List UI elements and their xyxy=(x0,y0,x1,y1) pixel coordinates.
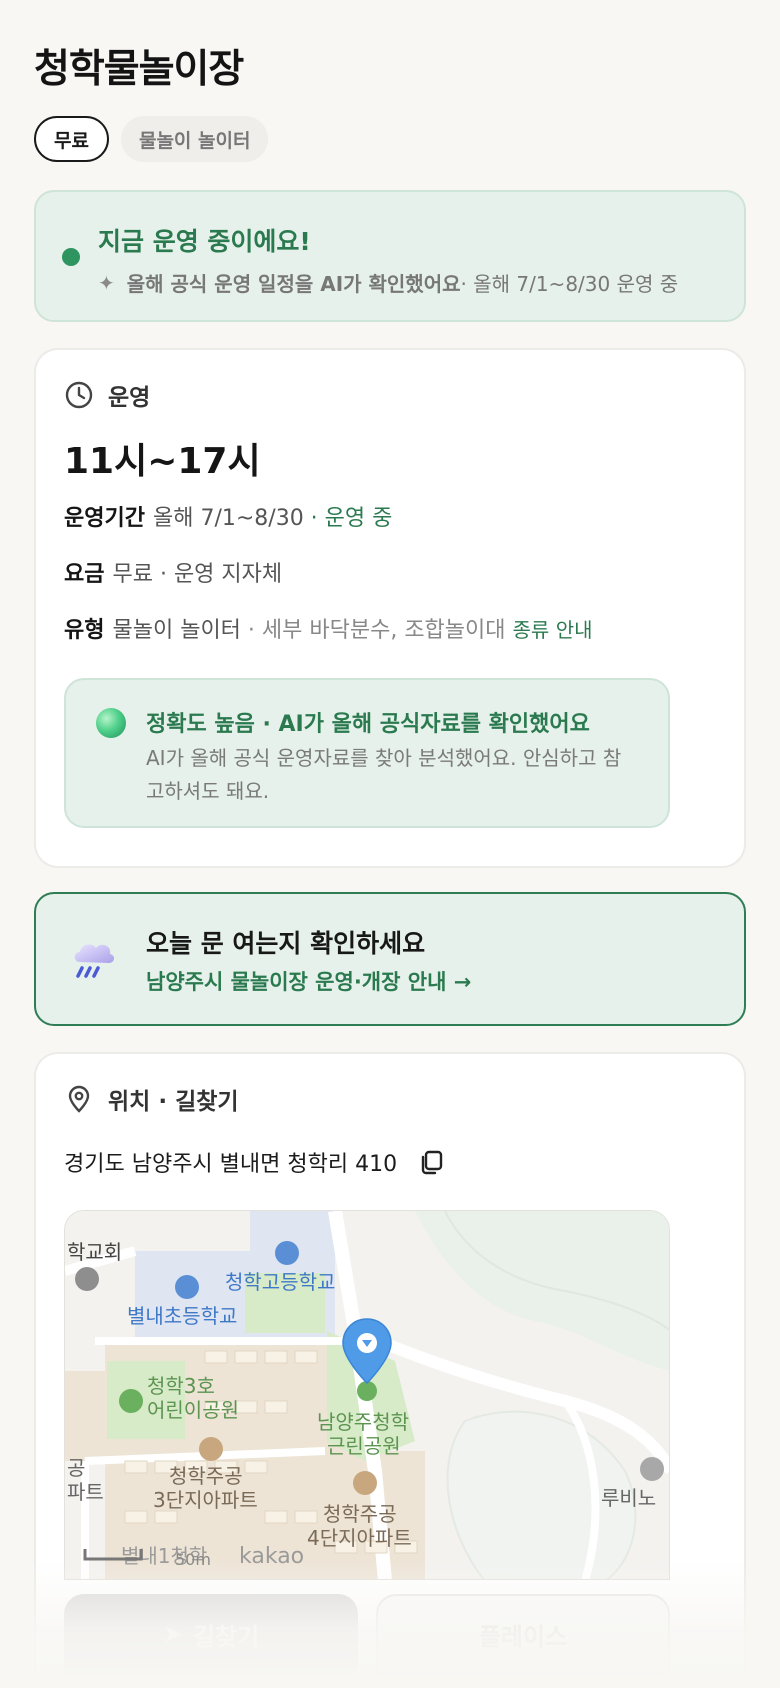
operating-hours: 11시~17시 xyxy=(64,441,261,482)
map-label: 루비노 xyxy=(601,1486,656,1510)
sparkle-icon: ✦ xyxy=(98,270,115,295)
map-label: 3단지아파트 xyxy=(153,1488,258,1512)
navigate-icon: ➤ xyxy=(162,1620,183,1648)
status-banner: 지금 운영 중이에요! ✦ 올해 공식 운영 일정을 AI가 확인했어요 · 올… xyxy=(34,190,746,322)
type-guide-link[interactable]: 종류 안내 xyxy=(513,618,593,642)
period-value: 올해 7/1~8/30 xyxy=(152,506,304,531)
fee-value: 무료 · 운영 지자체 xyxy=(112,562,283,587)
map-canvas[interactable]: 학교회 청학고등학교 별내초등학교 청학3호 어린이공원 남양주청학 근린공원 … xyxy=(65,1211,670,1580)
operation-heading-label: 운영 xyxy=(108,385,151,411)
status-period: · 올해 7/1~8/30 운영 중 xyxy=(460,272,679,296)
kakao-logo: kakao xyxy=(239,1544,304,1569)
map-label: 파트 xyxy=(67,1480,104,1504)
location-heading: 위치 · 길찾기 xyxy=(64,1082,239,1116)
map-label: 공 xyxy=(67,1456,85,1480)
page-title: 청학물놀이장 xyxy=(34,47,244,92)
map-label: 별내초등학교 xyxy=(127,1304,237,1328)
operation-heading: 운영 xyxy=(64,378,150,412)
fee-row: 요금 무료 · 운영 지자체 xyxy=(64,556,282,588)
status-subtitle: ✦ 올해 공식 운영 일정을 AI가 확인했어요 · 올해 7/1~8/30 운… xyxy=(98,268,678,297)
clock-icon xyxy=(65,381,93,409)
status-dot-icon xyxy=(62,248,80,266)
location-heading-label: 위치 · 길찾기 xyxy=(108,1089,239,1115)
map-label: 청학3호 xyxy=(147,1374,215,1398)
period-row: 운영기간 올해 7/1~8/30 · 운영 중 xyxy=(64,500,392,532)
map-scale: 50m xyxy=(175,1550,211,1569)
address-text: 경기도 남양주시 별내면 청학리 410 xyxy=(64,1152,398,1177)
location-card: 위치 · 길찾기 경기도 남양주시 별내면 청학리 410 학교회 청학고등학교… xyxy=(34,1052,746,1688)
directions-label: 길찾기 xyxy=(192,1622,260,1651)
copy-icon[interactable] xyxy=(417,1148,445,1176)
tag-chips: 무료 물놀이 놀이터 xyxy=(34,116,746,162)
open-check-banner[interactable]: 오늘 문 여는지 확인하세요 남양주시 물놀이장 운영·개장 안내 → xyxy=(34,892,746,1026)
status-title: 지금 운영 중이에요! xyxy=(98,227,311,256)
map-label: 청학주공 xyxy=(323,1502,397,1526)
chip-category[interactable]: 물놀이 놀이터 xyxy=(120,116,269,162)
accuracy-orb-icon xyxy=(96,708,126,738)
map-action-buttons: ➤ 길찾기 플레이스 xyxy=(64,1594,670,1674)
accuracy-text: AI가 올해 공식 운영자료를 찾아 분석했어요. 안심하고 참고하셔도 돼요. xyxy=(146,746,622,803)
address-row: 경기도 남양주시 별내면 청학리 410 xyxy=(64,1146,445,1178)
map-label: 청학고등학교 xyxy=(225,1270,335,1294)
period-label: 운영기간 xyxy=(64,506,145,531)
type-value: 물놀이 놀이터 xyxy=(112,618,241,643)
map-label: 근린공원 xyxy=(327,1434,401,1458)
map-label: 청학주공 xyxy=(169,1464,243,1488)
type-detail: · 세부 바닥분수, 조합놀이대 xyxy=(240,618,506,643)
map-label: 어린이공원 xyxy=(147,1398,239,1422)
location-pin-icon xyxy=(68,1085,90,1113)
accuracy-title: 정확도 높음 · AI가 올해 공식자료를 확인했어요 xyxy=(146,712,590,737)
operation-card: 운영 11시~17시 운영기간 올해 7/1~8/30 · 운영 중 요금 무료 ·… xyxy=(34,348,746,868)
type-row: 유형 물놀이 놀이터 · 세부 바닥분수, 조합놀이대 종류 안내 xyxy=(64,612,593,644)
type-label: 유형 xyxy=(64,618,105,643)
map-label: 4단지아파트 xyxy=(307,1526,412,1550)
open-check-title: 오늘 문 여는지 확인하세요 xyxy=(146,929,426,958)
directions-button[interactable]: ➤ 길찾기 xyxy=(64,1594,358,1674)
chip-free[interactable]: 무료 xyxy=(34,116,109,162)
map-view[interactable]: 학교회 청학고등학교 별내초등학교 청학3호 어린이공원 남양주청학 근린공원 … xyxy=(64,1210,670,1580)
accuracy-box: 정확도 높음 · AI가 올해 공식자료를 확인했어요 AI가 올해 공식 운영… xyxy=(64,678,670,828)
page: 청학물놀이장 무료 물놀이 놀이터 지금 운영 중이에요! ✦ 올해 공식 운영… xyxy=(0,0,780,1688)
open-check-link[interactable]: 남양주시 물놀이장 운영·개장 안내 → xyxy=(146,966,471,996)
map-label: 학교회 xyxy=(67,1240,122,1264)
period-status: · 운영 중 xyxy=(303,506,393,531)
fee-label: 요금 xyxy=(64,562,105,587)
rain-cloud-icon xyxy=(74,944,115,978)
ai-note: 올해 공식 운영 일정을 AI가 확인했어요 xyxy=(126,272,461,296)
place-button[interactable]: 플레이스 xyxy=(376,1594,670,1674)
map-label: 남양주청학 xyxy=(317,1410,409,1434)
